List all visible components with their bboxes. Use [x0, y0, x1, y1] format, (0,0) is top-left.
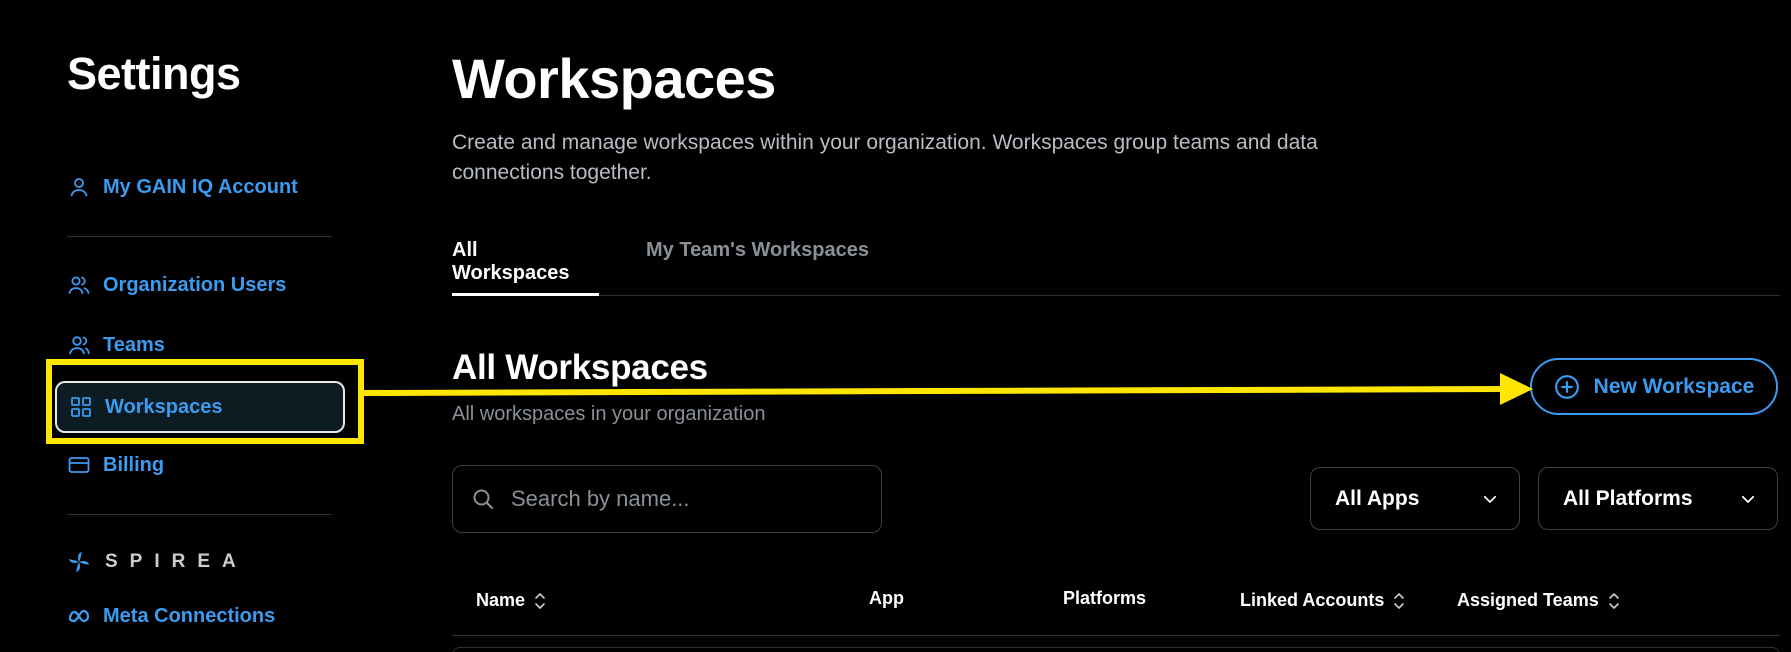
table-row — [452, 647, 1780, 652]
sidebar-divider — [67, 514, 332, 515]
workspaces-table-header: Name App Platforms Linked Accounts Assig… — [452, 570, 1780, 636]
settings-page: Settings My GAIN IQ Account Organization… — [0, 0, 1791, 652]
sort-icon — [1608, 592, 1619, 609]
platforms-filter-select[interactable]: All Platforms — [1538, 467, 1778, 530]
column-header-platforms: Platforms — [1063, 588, 1146, 609]
sidebar-item-organization-users[interactable]: Organization Users — [67, 269, 286, 301]
column-header-label: Platforms — [1063, 588, 1147, 608]
chevron-down-icon — [1483, 495, 1497, 503]
spirea-wordmark: SPIREA — [105, 551, 248, 572]
search-icon — [473, 489, 493, 509]
sidebar-item-my-account[interactable]: My GAIN IQ Account — [67, 171, 298, 203]
apps-filter-value: All Apps — [1335, 486, 1420, 510]
column-header-label: Linked Accounts — [1240, 590, 1385, 610]
spirea-brand: SPIREA — [67, 550, 248, 574]
apps-filter-select[interactable]: All Apps — [1310, 467, 1520, 530]
sidebar-item-label: Meta Connections — [103, 604, 276, 627]
search-input[interactable] — [511, 486, 851, 512]
column-header-linked-accounts[interactable]: Linked Accounts — [1240, 590, 1406, 611]
credit-card-icon — [68, 457, 90, 473]
team-icon — [69, 336, 90, 355]
column-header-assigned-teams[interactable]: Assigned Teams — [1457, 590, 1621, 611]
platforms-filter-value: All Platforms — [1563, 486, 1693, 510]
sort-icon — [535, 592, 545, 609]
column-header-label: Assigned Teams — [1457, 590, 1599, 610]
annotation-highlight-box — [46, 359, 364, 444]
spirea-logo-icon — [69, 552, 89, 572]
new-workspace-label: New Workspace — [1593, 374, 1755, 398]
column-header-app: App — [869, 588, 904, 609]
page-title: Workspaces — [452, 47, 776, 110]
user-icon — [70, 178, 88, 197]
sidebar-divider — [67, 236, 332, 237]
section-title: All Workspaces — [452, 348, 708, 387]
sidebar-item-meta-connections[interactable]: Meta Connections — [67, 600, 275, 632]
sidebar-item-billing[interactable]: Billing — [67, 449, 164, 481]
sidebar-title: Settings — [67, 48, 241, 99]
chevron-down-icon — [1741, 495, 1755, 503]
sidebar-item-label: Organization Users — [103, 273, 287, 296]
column-header-label: App — [869, 588, 904, 608]
sidebar-item-label: My GAIN IQ Account — [103, 175, 298, 198]
tab-all-workspaces[interactable]: All Workspaces — [452, 238, 599, 296]
users-icon — [68, 276, 90, 294]
sort-icon — [1394, 592, 1405, 609]
column-header-name[interactable]: Name — [476, 590, 547, 611]
page-description: Create and manage workspaces within your… — [452, 131, 1318, 184]
main-content: Workspaces Create and manage workspaces … — [452, 0, 1782, 652]
plus-circle-icon — [1554, 374, 1579, 399]
sidebar-item-label: Teams — [103, 333, 165, 356]
sidebar-item-label: Billing — [103, 453, 165, 476]
search-box[interactable] — [452, 465, 882, 533]
workspace-tabs: All Workspaces My Team's Workspaces — [452, 238, 1780, 296]
column-header-label: Name — [476, 590, 526, 610]
sidebar-item-teams[interactable]: Teams — [67, 329, 165, 361]
meta-icon — [68, 609, 90, 623]
tab-my-teams-workspaces[interactable]: My Team's Workspaces — [646, 238, 869, 296]
new-workspace-button[interactable]: New Workspace — [1530, 358, 1778, 415]
settings-sidebar: Settings My GAIN IQ Account Organization… — [0, 0, 390, 652]
section-subtitle: All workspaces in your organization — [452, 403, 766, 425]
